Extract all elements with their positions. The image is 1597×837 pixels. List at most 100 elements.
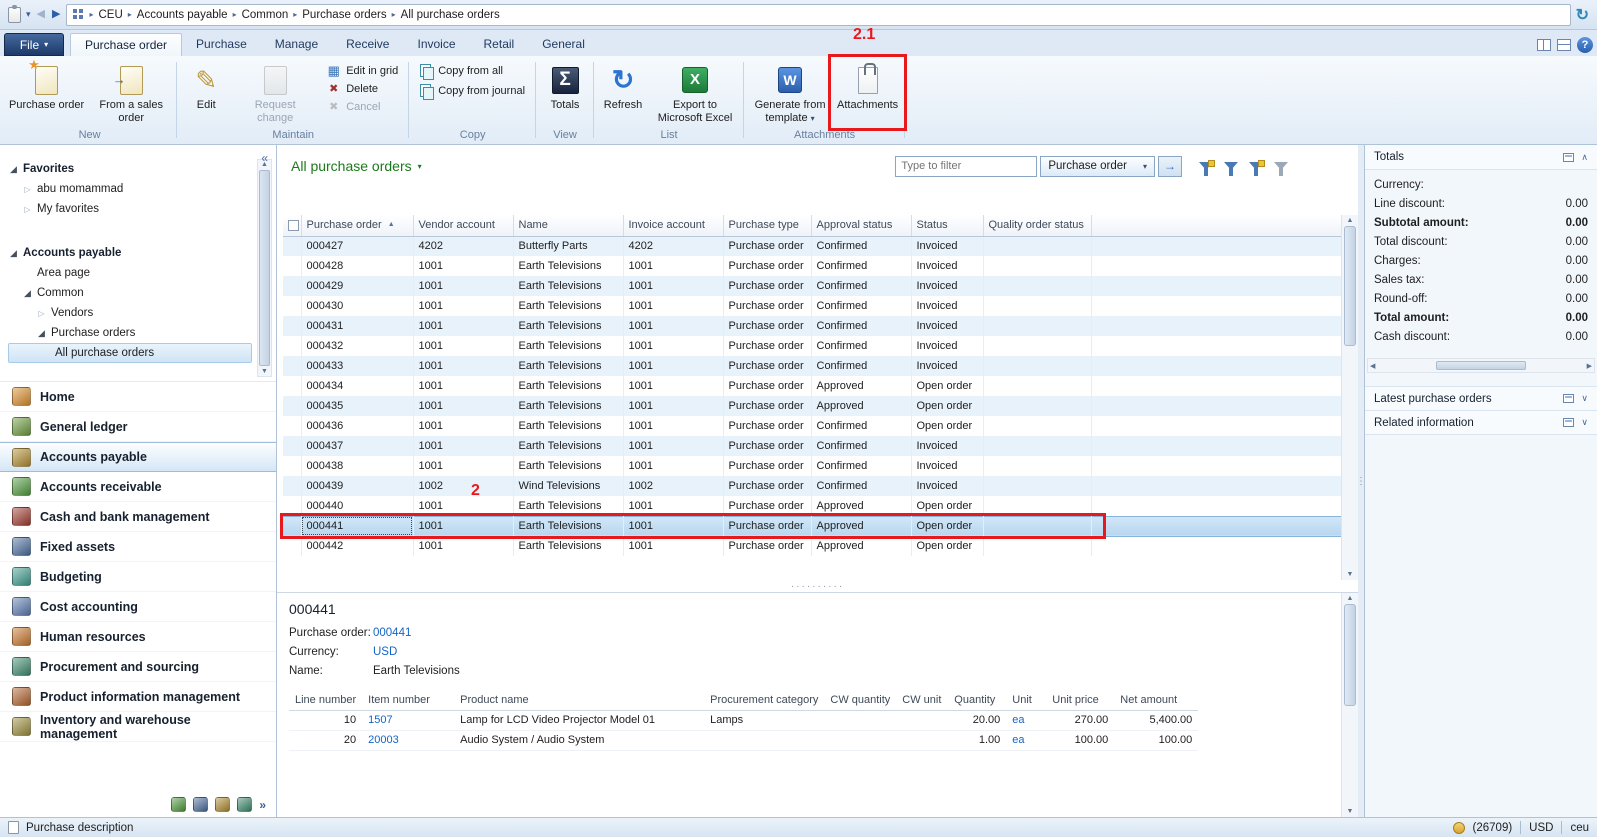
- module-product-information-management[interactable]: Product information management: [0, 682, 276, 712]
- open-in-window-icon[interactable]: [1563, 418, 1575, 427]
- module-general-ledger[interactable]: General ledger: [0, 412, 276, 442]
- module-accounts-receivable[interactable]: Accounts receivable: [0, 472, 276, 502]
- scroll-down-icon[interactable]: ▼: [261, 368, 268, 375]
- breadcrumb-item-accounts-payable[interactable]: Accounts payable: [133, 8, 232, 22]
- select-all-checkbox[interactable]: [288, 219, 299, 231]
- company-indicator[interactable]: ceu: [1570, 822, 1589, 834]
- column-header-purchase-type[interactable]: Purchase type: [723, 215, 812, 237]
- lines-column-header-cw-unit[interactable]: CW unit: [896, 690, 949, 711]
- related-information-header[interactable]: Related information ∨: [1365, 410, 1597, 435]
- sync-icon[interactable]: ↻: [1576, 5, 1589, 25]
- table-row-000427[interactable]: 000427 4202 Butterfly Parts 4202 Purchase or…: [283, 236, 1341, 256]
- edit-button[interactable]: ✎ Edit: [180, 58, 232, 128]
- tree-item-all-purchase-orders[interactable]: All purchase orders: [8, 343, 252, 363]
- column-header-status[interactable]: Status: [911, 215, 984, 237]
- module-cash-and-bank-management[interactable]: Cash and bank management: [0, 502, 276, 532]
- window-icon[interactable]: [1557, 39, 1571, 51]
- pane-splitter[interactable]: ··········: [277, 580, 1358, 592]
- scroll-right-icon[interactable]: ▶: [1587, 362, 1592, 370]
- tree-expanded-icon[interactable]: ◢: [36, 328, 47, 339]
- module-accounts-payable[interactable]: Accounts payable: [0, 442, 276, 472]
- line-row[interactable]: 20 20003 Audio System / Audio System 1.00 ea…: [289, 730, 1199, 751]
- modules-grid-icon[interactable]: [73, 9, 84, 20]
- tab-receive[interactable]: Receive: [332, 33, 403, 56]
- nav-footer-icon[interactable]: [237, 797, 253, 812]
- scroll-up-icon[interactable]: ▲: [1347, 217, 1354, 224]
- lines-column-header-quantity[interactable]: Quantity: [948, 690, 1007, 711]
- column-header-approval-status[interactable]: Approval status: [811, 215, 912, 237]
- filter-by-grid-icon[interactable]: [1220, 156, 1242, 177]
- tree-item-purchase-orders[interactable]: Purchase orders: [51, 327, 135, 339]
- grid-scrollbar[interactable]: ▲ ▼: [1341, 215, 1358, 580]
- session-count[interactable]: (26709): [1473, 822, 1513, 834]
- tree-collapsed-icon[interactable]: ▷: [22, 185, 33, 194]
- module-fixed-assets[interactable]: Fixed assets: [0, 532, 276, 562]
- breadcrumb-item-purchase-orders[interactable]: Purchase orders: [298, 8, 390, 22]
- copy-from-all-button[interactable]: Copy from all: [414, 62, 531, 80]
- tab-manage[interactable]: Manage: [261, 33, 332, 56]
- table-row-000439[interactable]: 000439 1002 Wind Televisions 1002 Purchase o…: [283, 476, 1341, 496]
- export-to-excel-button[interactable]: X Export to Microsoft Excel: [649, 58, 741, 128]
- table-row-000434[interactable]: 000434 1001 Earth Televisions 1001 Purchase …: [283, 376, 1341, 396]
- tree-item-vendors[interactable]: Vendors: [51, 307, 93, 319]
- lines-column-header-net-amount[interactable]: Net amount: [1114, 690, 1199, 711]
- chevron-up-icon[interactable]: ∧: [1581, 152, 1588, 163]
- file-menu-button[interactable]: File ▾: [4, 33, 64, 56]
- column-header-name[interactable]: Name: [513, 215, 624, 237]
- table-row-000435[interactable]: 000435 1001 Earth Televisions 1001 Purchase …: [283, 396, 1341, 416]
- table-row-000440[interactable]: 000440 1001 Earth Televisions 1001 Purchase …: [283, 496, 1341, 516]
- back-icon[interactable]: ◀: [36, 9, 46, 20]
- module-human-resources[interactable]: Human resources: [0, 622, 276, 652]
- edit-in-grid-button[interactable]: ▦ Edit in grid: [320, 62, 404, 79]
- tree-collapsed-icon[interactable]: ▷: [36, 309, 47, 318]
- tree-expanded-icon[interactable]: ◢: [22, 288, 33, 299]
- advanced-filter-icon[interactable]: [1245, 156, 1267, 177]
- forward-icon[interactable]: ▶: [51, 9, 61, 20]
- collapse-pane-icon[interactable]: «: [261, 151, 268, 165]
- apply-filter-button[interactable]: →: [1158, 155, 1182, 177]
- help-icon[interactable]: ?: [1577, 37, 1593, 53]
- table-row-000430[interactable]: 000430 1001 Earth Televisions 1001 Purchase …: [283, 296, 1341, 316]
- module-budgeting[interactable]: Budgeting: [0, 562, 276, 592]
- module-home[interactable]: Home: [0, 382, 276, 412]
- breadcrumb-item-common[interactable]: Common: [238, 8, 293, 22]
- line-row[interactable]: 10 1507 Lamp for LCD Video Projector Model…: [289, 710, 1199, 731]
- page-title[interactable]: All purchase orders ▾: [291, 158, 422, 174]
- totals-section-header[interactable]: Totals ∧: [1365, 145, 1597, 170]
- refresh-button[interactable]: ↻ Refresh: [597, 58, 649, 128]
- tree-scrollbar[interactable]: ▲ ▼: [257, 159, 272, 377]
- generate-from-template-button[interactable]: W Generate from template ▾: [747, 58, 833, 128]
- chevron-down-icon[interactable]: ∨: [1581, 393, 1588, 404]
- tree-item-my-favorites[interactable]: My favorites: [37, 203, 99, 215]
- chevron-down-icon[interactable]: ∨: [1581, 417, 1588, 428]
- tab-retail[interactable]: Retail: [470, 33, 529, 56]
- scroll-thumb[interactable]: [1436, 361, 1526, 370]
- scroll-down-icon[interactable]: ▼: [1347, 808, 1354, 815]
- lines-column-header-unit-price[interactable]: Unit price: [1046, 690, 1115, 711]
- nav-footer-icon[interactable]: [215, 797, 231, 812]
- scroll-thumb[interactable]: [1344, 226, 1356, 346]
- quick-access-caret-icon[interactable]: ▾: [26, 9, 31, 20]
- table-row-000429[interactable]: 000429 1001 Earth Televisions 1001 Purchase …: [283, 276, 1341, 296]
- scroll-down-icon[interactable]: ▼: [1347, 571, 1354, 578]
- totals-scrollbar[interactable]: ◀ ▶: [1367, 358, 1595, 373]
- lines-column-header-cw-quantity[interactable]: CW quantity: [824, 690, 897, 711]
- filter-input[interactable]: [895, 155, 1038, 177]
- favorites-header[interactable]: Favorites: [23, 163, 74, 175]
- layout-panes-icon[interactable]: [1537, 39, 1551, 51]
- chevron-double-right-icon[interactable]: »: [259, 798, 266, 812]
- tree-collapsed-icon[interactable]: ▷: [22, 205, 33, 214]
- scroll-left-icon[interactable]: ◀: [1370, 362, 1375, 370]
- currency-link[interactable]: USD: [373, 646, 397, 658]
- scroll-thumb[interactable]: [259, 170, 270, 366]
- nav-footer-icon[interactable]: [171, 797, 187, 812]
- tree-item-abu-momammad[interactable]: abu momammad: [37, 183, 123, 195]
- accounts-payable-section-header[interactable]: Accounts payable: [23, 247, 121, 259]
- module-inventory-and-warehouse-management[interactable]: Inventory and warehouse management: [0, 712, 276, 742]
- table-row-000437[interactable]: 000437 1001 Earth Televisions 1001 Purchase …: [283, 436, 1341, 456]
- module-cost-accounting[interactable]: Cost accounting: [0, 592, 276, 622]
- module-procurement-and-sourcing[interactable]: Procurement and sourcing: [0, 652, 276, 682]
- lines-column-header-procurement-category[interactable]: Procurement category: [704, 690, 825, 711]
- tab-invoice[interactable]: Invoice: [403, 33, 469, 56]
- table-row-000438[interactable]: 000438 1001 Earth Televisions 1001 Purchase …: [283, 456, 1341, 476]
